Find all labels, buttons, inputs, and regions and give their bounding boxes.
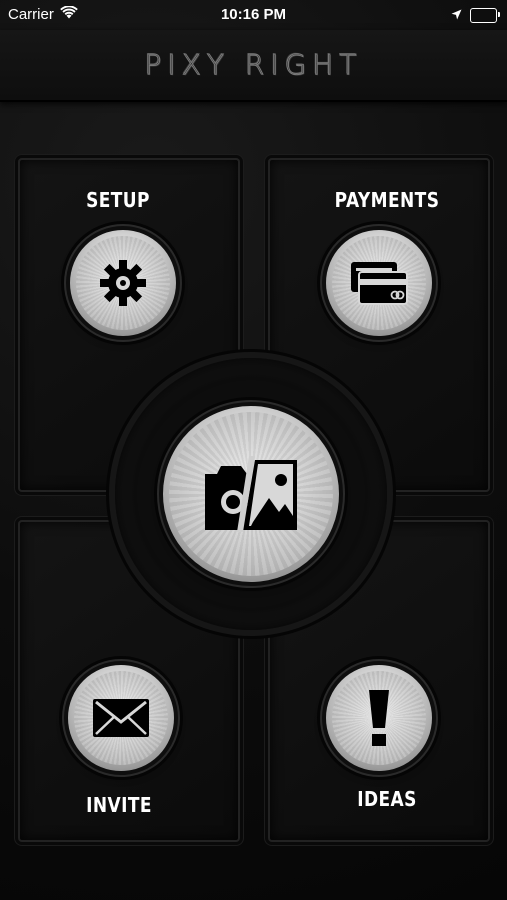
battery-icon	[470, 8, 500, 23]
status-right	[451, 7, 500, 24]
app-screen: Carrier 10:16 PM PIXY RIGHT SETUP PAYMEN…	[0, 0, 507, 900]
camera-photo-icon	[205, 456, 297, 532]
invite-button[interactable]	[68, 665, 174, 771]
app-title: PIXY RIGHT	[144, 48, 363, 82]
app-header: PIXY RIGHT	[0, 30, 507, 102]
ideas-label: IDEAS	[357, 787, 417, 811]
envelope-icon	[93, 699, 149, 737]
exclamation-icon	[369, 690, 389, 746]
payments-label: PAYMENTS	[334, 188, 440, 212]
gear-icon	[100, 260, 146, 306]
credit-card-icon	[351, 262, 408, 305]
status-time: 10:16 PM	[220, 6, 287, 23]
camera-button[interactable]	[163, 406, 339, 582]
payments-button[interactable]	[326, 230, 432, 336]
location-arrow-icon	[451, 7, 462, 24]
setup-button[interactable]	[70, 230, 176, 336]
status-bar: Carrier 10:16 PM	[0, 0, 507, 30]
ideas-button[interactable]	[326, 665, 432, 771]
invite-label: INVITE	[86, 793, 152, 817]
setup-label: SETUP	[86, 188, 150, 212]
